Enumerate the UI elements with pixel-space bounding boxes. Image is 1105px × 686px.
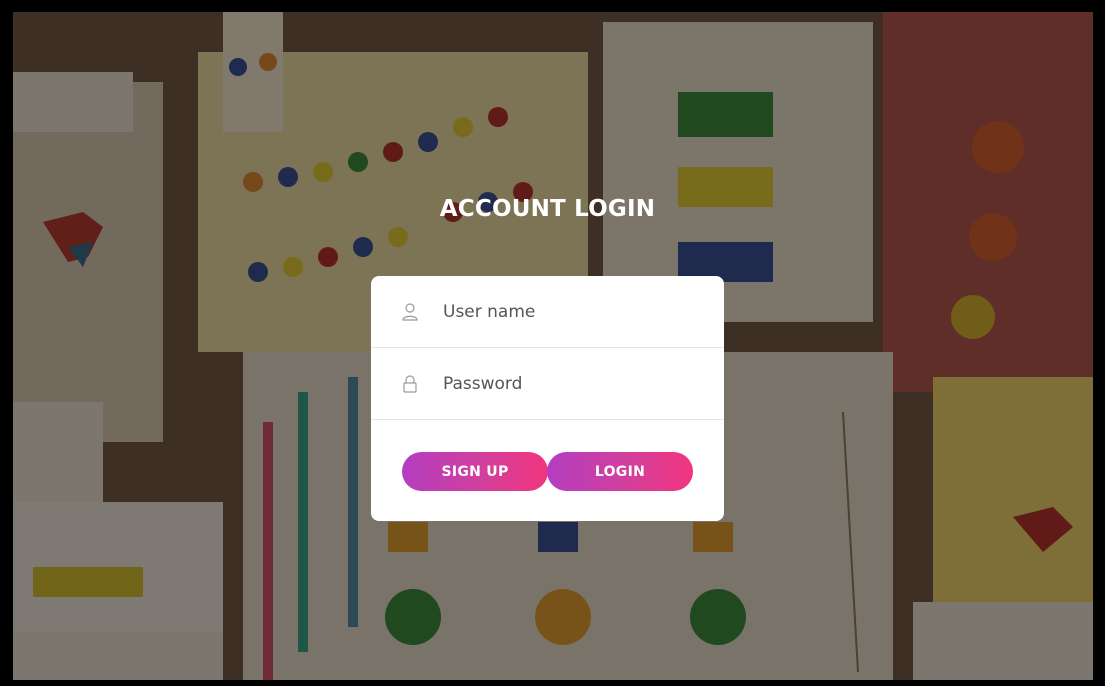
page-frame: ACCOUNT LOGIN SIGN UP LOGIN: [0, 0, 1105, 686]
login-button[interactable]: LOGIN: [547, 452, 693, 491]
username-input[interactable]: [443, 276, 713, 347]
sign-up-button[interactable]: SIGN UP: [402, 452, 548, 491]
page-title: ACCOUNT LOGIN: [439, 196, 656, 222]
password-field-row: [371, 348, 724, 420]
form-actions: SIGN UP LOGIN: [402, 452, 693, 491]
username-field-row: [371, 276, 724, 348]
password-input[interactable]: [443, 348, 713, 419]
login-card: SIGN UP LOGIN: [371, 276, 724, 521]
lock-icon: [403, 374, 417, 393]
user-icon: [402, 302, 418, 321]
